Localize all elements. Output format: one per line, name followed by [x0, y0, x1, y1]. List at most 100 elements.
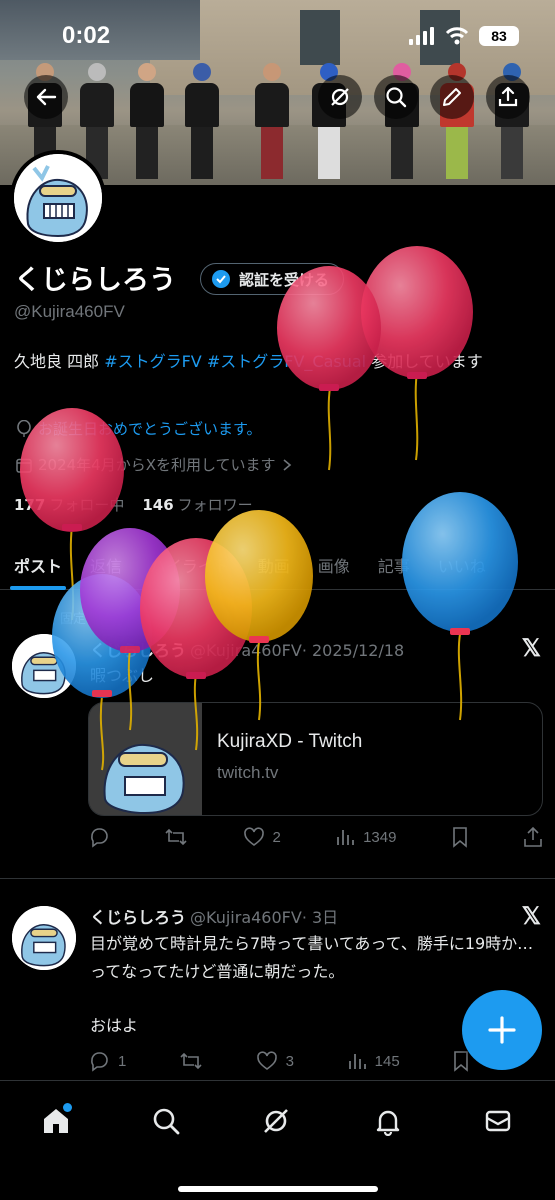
bookmark-button[interactable] [452, 1050, 470, 1072]
x-logo-icon: 𝕏 [521, 903, 541, 930]
retweet-button[interactable] [179, 1050, 203, 1072]
banner-person [255, 63, 289, 179]
tab-articles[interactable]: 記事 [364, 540, 424, 590]
get-verified-label: 認証を受ける [239, 270, 330, 289]
followers-link[interactable]: 146 フォロワー [142, 494, 252, 515]
profile-tabs: ポスト 返信 ハイライト 動画 画像 記事 いいね [0, 540, 555, 590]
retweet-button[interactable] [164, 826, 188, 848]
back-button[interactable] [24, 75, 68, 119]
reply-button[interactable]: 1 [88, 1050, 126, 1072]
tab-likes[interactable]: いいね [424, 540, 500, 590]
reply-count: 1 [118, 1052, 127, 1070]
mail-icon [485, 1110, 511, 1132]
following-count: 177 [14, 496, 46, 514]
like-count: 3 [285, 1052, 294, 1070]
retweet-icon [180, 1052, 202, 1070]
nav-search[interactable] [146, 1101, 186, 1141]
tweet-author-name[interactable]: くじらしろう [90, 641, 186, 660]
balloon-icon [17, 419, 31, 437]
banner-person [130, 63, 164, 179]
reply-button[interactable] [88, 826, 110, 848]
tab-images[interactable]: 画像 [304, 540, 364, 590]
nav-messages[interactable] [478, 1101, 518, 1141]
share-tweet-button[interactable] [523, 826, 543, 848]
profile-avatar[interactable] [10, 150, 106, 246]
tweet-avatar[interactable] [12, 906, 76, 970]
share-icon [524, 826, 542, 847]
followers-count: 146 [142, 496, 174, 514]
card-thumbnail [89, 703, 202, 815]
bio-text: 参加しています [366, 352, 483, 371]
search-button[interactable] [374, 75, 418, 119]
reply-icon [91, 828, 108, 848]
views-button[interactable]: 145 [347, 1051, 400, 1071]
bookmark-icon [452, 827, 467, 848]
x-logo-icon: 𝕏 [521, 635, 541, 662]
grok-icon [264, 1109, 288, 1133]
birthday-text: お誕生日おめでとうございます。 [38, 420, 262, 438]
chevron-right-icon [283, 458, 291, 471]
bottom-navigation [0, 1080, 555, 1200]
edit-button[interactable] [430, 75, 474, 119]
followers-label: フォロワー [177, 496, 253, 514]
hashtag-link[interactable]: #ストグラFV [104, 352, 202, 371]
like-count: 2 [272, 828, 281, 846]
profile-name: くじらしろう [14, 265, 176, 296]
views-icon [348, 1054, 366, 1069]
profile-handle: @Kujira460FV [14, 302, 125, 321]
tweet-actions: 2 1349 [88, 826, 543, 848]
banner-person [185, 63, 219, 179]
tweet-time: · 3日 [301, 908, 339, 927]
compose-button[interactable] [462, 990, 542, 1070]
tab-videos[interactable]: 動画 [244, 540, 304, 590]
share-button[interactable] [486, 75, 530, 119]
battery-indicator: 83 [479, 26, 519, 46]
signal-icon [409, 27, 434, 45]
following-link[interactable]: 177 フォロー中 [14, 494, 124, 515]
tweet-header: くじらしろう @Kujira460FV· 2025/12/18 [90, 637, 404, 661]
status-bar: 0:02 83 [0, 0, 555, 70]
tab-highlights[interactable]: ハイライト [136, 540, 244, 590]
birthday-row: お誕生日おめでとうございます。 [16, 418, 262, 439]
verified-badge-icon [212, 270, 230, 288]
tweet-header: くじらしろう @Kujira460FV· 3日 [90, 904, 338, 928]
nav-home[interactable] [36, 1101, 76, 1141]
pinned-label: 固定 [60, 612, 87, 627]
arrow-left-icon [36, 88, 57, 106]
tweet-time: · 2025/12/18 [301, 641, 405, 660]
nav-grok[interactable] [256, 1101, 296, 1141]
bookmark-button[interactable] [451, 826, 469, 848]
pencil-icon [443, 88, 461, 106]
heart-icon [243, 827, 264, 846]
tweet-author-name[interactable]: くじらしろう [90, 908, 186, 927]
grok-button[interactable] [318, 75, 362, 119]
get-verified-button[interactable]: 認証を受ける [200, 263, 345, 295]
tweet-divider [0, 878, 555, 879]
view-count: 145 [374, 1052, 400, 1070]
nav-notifications[interactable] [368, 1101, 408, 1141]
bio-text: 久地良 四郎 [14, 352, 105, 371]
tab-replies[interactable]: 返信 [76, 540, 136, 590]
plus-icon [488, 1016, 516, 1044]
reply-icon [91, 1052, 108, 1072]
view-count: 1349 [363, 828, 397, 846]
views-button[interactable]: 1349 [335, 827, 396, 847]
link-card[interactable]: KujiraXD - Twitch twitch.tv [88, 702, 543, 816]
home-indicator [178, 1186, 378, 1192]
grok-icon [331, 88, 349, 106]
calendar-icon [16, 458, 32, 473]
tweet-avatar[interactable] [12, 634, 76, 698]
like-button[interactable]: 3 [256, 1050, 294, 1072]
retweet-icon [165, 828, 187, 846]
like-button[interactable]: 2 [243, 826, 281, 848]
notification-dot [63, 1103, 72, 1112]
follow-stats: 177 フォロー中 146 フォロワー [14, 494, 253, 515]
tab-posts[interactable]: ポスト [0, 540, 76, 590]
tweet-author-handle: @Kujira460FV [190, 908, 302, 927]
profile-bio: 久地良 四郎 #ストグラFV #ストグラFV_Casual 参加しています [14, 348, 544, 376]
joined-row[interactable]: 2024年4月からXを利用しています [16, 454, 292, 475]
following-label: フォロー中 [49, 496, 125, 514]
card-domain: twitch.tv [217, 763, 279, 782]
bookmark-icon [454, 1051, 469, 1072]
hashtag-link[interactable]: #ストグラFV_Casual [207, 352, 366, 371]
